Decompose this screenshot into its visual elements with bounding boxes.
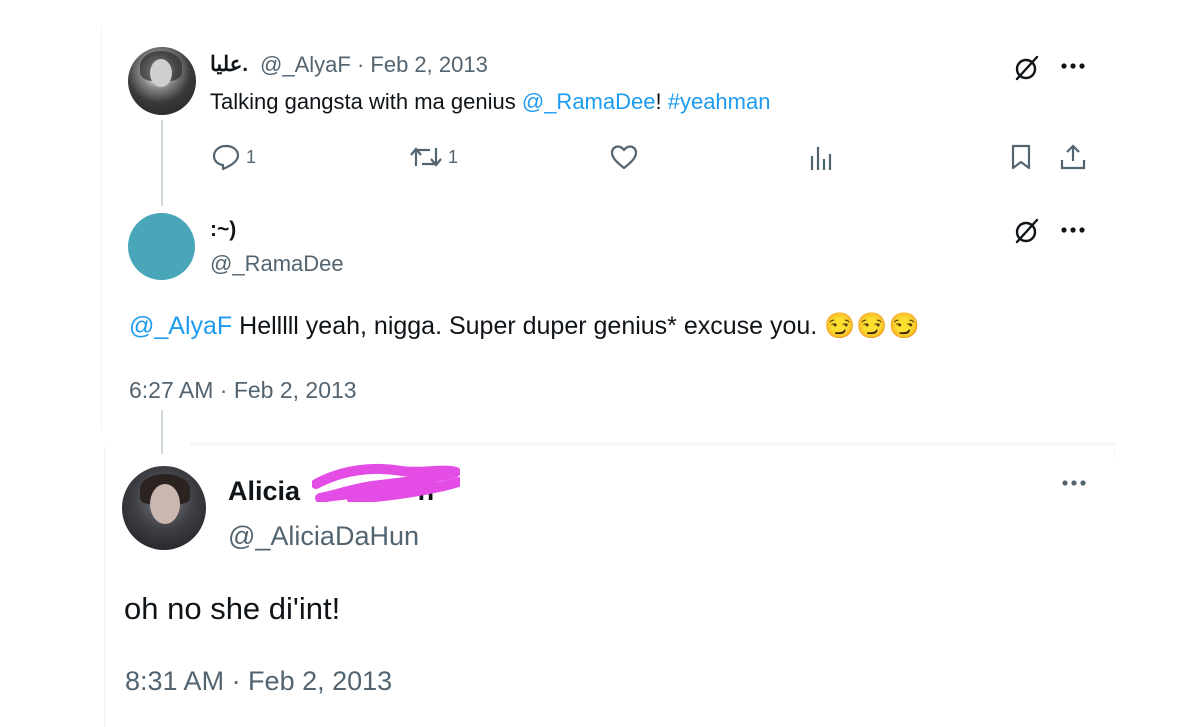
more-icon[interactable] xyxy=(1061,477,1087,489)
grok-icon[interactable] xyxy=(1013,54,1041,82)
tweet-timestamp[interactable]: 6:27 AM · Feb 2, 2013 xyxy=(129,377,357,404)
handle[interactable]: @_AlyaF xyxy=(260,52,351,77)
like-icon[interactable] xyxy=(609,143,639,171)
grok-icon[interactable] xyxy=(1013,217,1041,245)
tweet-text-part: Helllll yeah, nigga. Super duper genius*… xyxy=(232,312,818,340)
tweet-text: Talking gangsta with ma genius @_RamaDee… xyxy=(210,89,770,115)
redaction-scribble xyxy=(312,463,460,502)
display-name[interactable]: عليا. xyxy=(210,52,248,77)
thread-line xyxy=(161,120,163,206)
handle[interactable]: @_RamaDee xyxy=(210,251,344,277)
tweet-text-part: ! xyxy=(655,89,668,114)
hashtag-link[interactable]: #yeahman xyxy=(668,89,771,114)
display-name-visible: Alicia xyxy=(228,476,301,506)
more-icon[interactable] xyxy=(1060,60,1086,72)
emoji: 😏😏😏 xyxy=(824,312,921,340)
tweet-timestamp[interactable]: 8:31 AM · Feb 2, 2013 xyxy=(125,666,392,697)
views-icon[interactable] xyxy=(808,144,836,172)
share-icon[interactable] xyxy=(1058,142,1088,172)
separator: · xyxy=(356,52,365,77)
reply-count: 1 xyxy=(246,147,257,167)
mention-link[interactable]: @_AlyaF xyxy=(129,312,232,340)
handle[interactable]: @_AliciaDaHun xyxy=(228,521,419,552)
more-icon[interactable] xyxy=(1060,224,1086,236)
tweet-date[interactable]: Feb 2, 2013 xyxy=(370,52,487,77)
avatar[interactable] xyxy=(122,466,206,550)
retweet-count: 1 xyxy=(448,147,459,167)
avatar[interactable] xyxy=(128,47,196,115)
display-name[interactable]: :~) xyxy=(210,218,236,242)
mention-link[interactable]: @_RamaDee xyxy=(522,89,656,114)
tweet-text: @_AlyaF Helllll yeah, nigga. Super duper… xyxy=(129,312,921,341)
reply-icon[interactable] xyxy=(211,143,241,171)
bookmark-icon[interactable] xyxy=(1008,143,1034,171)
thread-line xyxy=(161,410,163,454)
tweet-text-part: Talking gangsta with ma genius xyxy=(210,89,522,114)
tweet-header-meta: @_AlyaF · Feb 2, 2013 xyxy=(260,52,488,78)
avatar[interactable] xyxy=(128,213,195,280)
tweet-text: oh no she di'int! xyxy=(124,591,341,626)
retweet-icon[interactable] xyxy=(408,144,444,170)
